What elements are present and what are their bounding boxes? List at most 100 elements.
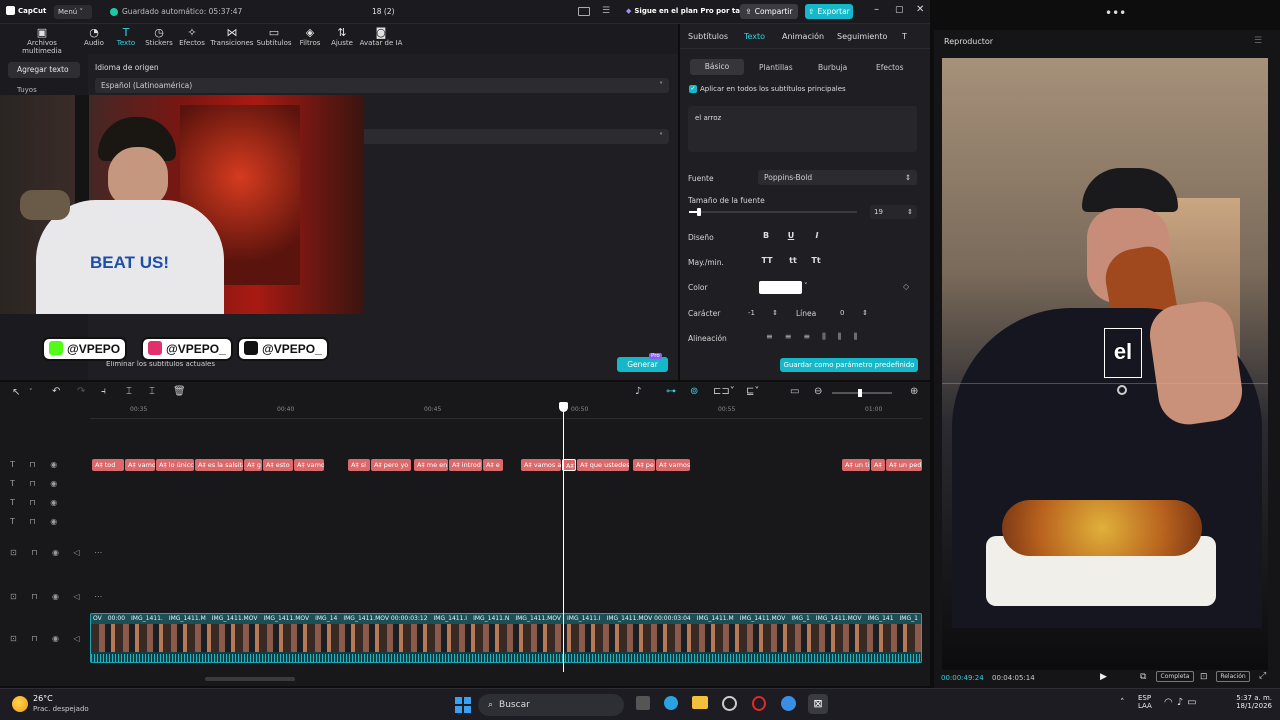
more-options-icon[interactable]: ••• bbox=[1105, 6, 1126, 20]
text-clip[interactable]: A‡ vamos a bbox=[521, 459, 561, 471]
shortcuts-icon[interactable]: ☰ bbox=[602, 6, 610, 16]
chevron-down-icon[interactable]: ˅ bbox=[29, 388, 33, 396]
text-clip[interactable]: A‡ un ti bbox=[842, 459, 870, 471]
export-button[interactable]: ⇧ Exportar bbox=[805, 4, 853, 19]
timeline-scrollbar[interactable] bbox=[205, 677, 295, 681]
file-explorer-icon[interactable] bbox=[692, 696, 708, 709]
undo-icon[interactable]: ↶ bbox=[52, 386, 60, 397]
link-icon[interactable]: ⊚ bbox=[690, 386, 698, 397]
opera-icon[interactable] bbox=[752, 696, 766, 711]
font-size-input[interactable]: 19 ⇕ bbox=[870, 205, 917, 219]
split-left-icon[interactable]: ⌶ bbox=[126, 386, 132, 397]
playhead-handle[interactable] bbox=[559, 402, 568, 412]
font-size-slider[interactable] bbox=[689, 208, 857, 216]
media-track-header[interactable]: ⊡ ⊓ ◉ ◁ ⋯ bbox=[10, 592, 108, 601]
text-clip[interactable]: A‡ si bbox=[348, 459, 370, 471]
tab-subtitles[interactable]: Subtítulos bbox=[688, 32, 728, 41]
tab-text[interactable]: Texto bbox=[744, 32, 765, 41]
temperature[interactable]: 26°C bbox=[33, 694, 53, 703]
text-clip[interactable]: A‡ me en bbox=[414, 459, 448, 471]
rotate-handle-icon[interactable] bbox=[1117, 385, 1127, 395]
remove-subtitles-label[interactable]: Eliminar los subtítulos actuales bbox=[106, 360, 215, 368]
yours-category[interactable]: Tuyos bbox=[17, 86, 37, 94]
text-track-header[interactable]: T ⊓ ◉ bbox=[10, 479, 63, 488]
case-lower-button[interactable]: tt bbox=[786, 256, 800, 268]
chevron-down-icon[interactable]: ˅ bbox=[804, 282, 808, 290]
text-track-header[interactable]: T ⊓ ◉ bbox=[10, 498, 63, 507]
zoom-handle[interactable] bbox=[858, 389, 862, 397]
magnet-icon[interactable]: ⊶ bbox=[666, 386, 676, 397]
media-track-header[interactable]: ⊡ ⊓ ◉ ◁ ⋯ bbox=[10, 548, 108, 557]
subtab-templates[interactable]: Plantillas bbox=[759, 63, 793, 72]
text-clip[interactable]: A‡ pero yo bbox=[371, 459, 411, 471]
select-tool-icon[interactable]: ↖ bbox=[12, 387, 20, 398]
start-icon[interactable] bbox=[455, 697, 471, 713]
text-clip[interactable]: A‡ bbox=[871, 459, 885, 471]
preview-axis-icon[interactable]: ⊏⊐˅ bbox=[713, 386, 735, 397]
caption-icon[interactable]: ▭ bbox=[790, 386, 799, 397]
text-clip[interactable]: A‡ que ustedes bbox=[577, 459, 629, 471]
text-track-header[interactable]: T ⊓ ◉ bbox=[10, 460, 63, 469]
underline-button[interactable]: U bbox=[784, 231, 798, 243]
chevron-up-icon[interactable]: ˄ bbox=[1120, 698, 1125, 708]
capcut-taskbar-icon[interactable]: ⊠ bbox=[808, 694, 828, 714]
language-indicator[interactable]: ESP LAA bbox=[1138, 694, 1152, 710]
project-title[interactable]: 18 (2) bbox=[372, 7, 395, 16]
zoom-slider[interactable] bbox=[832, 389, 892, 397]
menu-button[interactable]: Menú ˅ bbox=[54, 5, 92, 19]
weather-description[interactable]: Prac. despejado bbox=[33, 705, 89, 713]
tab-animation[interactable]: Animación bbox=[782, 32, 824, 41]
minimize-icon[interactable]: – bbox=[874, 4, 879, 15]
split-right-icon[interactable]: ⌶ bbox=[149, 386, 155, 397]
maximize-icon[interactable]: ▢ bbox=[895, 5, 904, 15]
text-clip[interactable]: A‡ esto bbox=[263, 459, 293, 471]
tab-more[interactable]: T bbox=[902, 32, 907, 41]
full-quality-button[interactable]: Completa bbox=[1156, 671, 1194, 682]
save-preset-button[interactable]: Guardar como parámetro predefinido bbox=[780, 358, 918, 372]
clock[interactable]: 5:37 a. m. 18/1/2026 bbox=[1226, 694, 1272, 710]
italic-button[interactable]: I bbox=[810, 231, 824, 243]
task-view-icon[interactable] bbox=[636, 696, 650, 710]
alignment-buttons[interactable]: ≡≡≡⫼⫼⫼ bbox=[766, 332, 869, 342]
playhead[interactable] bbox=[563, 402, 564, 672]
main-video-clip[interactable]: OV 00:00 IMG_1411. IMG_1411.M IMG_1411.MOV IM… bbox=[90, 613, 922, 663]
source-language-select[interactable]: Español (Latinoamérica) ˅ bbox=[95, 78, 669, 93]
apply-all-checkbox[interactable]: ✓ Aplicar en todos los subtítulos princi… bbox=[689, 85, 846, 93]
telegram-icon[interactable] bbox=[664, 696, 678, 710]
fit-screen-icon[interactable]: ⊡ bbox=[1200, 672, 1208, 682]
text-clip[interactable]: A‡ introd bbox=[449, 459, 482, 471]
weather-icon[interactable] bbox=[12, 696, 28, 712]
caption-bounding-box[interactable]: el bbox=[1104, 328, 1142, 378]
play-icon[interactable]: ▶ bbox=[1100, 672, 1107, 682]
pro-promo[interactable]: ◆ Sigue en el plan Pro por tal bbox=[626, 7, 742, 15]
tool-media[interactable]: ▣ Archivos multimedia bbox=[13, 26, 71, 55]
video-preview[interactable]: el bbox=[942, 58, 1268, 670]
bold-button[interactable]: B bbox=[759, 231, 773, 243]
color-swatch[interactable] bbox=[759, 281, 802, 294]
keyframe-icon[interactable]: ◇ bbox=[903, 282, 909, 291]
subtab-basic[interactable]: Básico bbox=[690, 59, 744, 75]
text-clip[interactable]: A‡ vamos bbox=[656, 459, 690, 471]
aspect-ratio-button[interactable]: Relación bbox=[1216, 671, 1250, 682]
split-icon[interactable]: ⫞ bbox=[101, 386, 106, 397]
text-clip[interactable]: A‡ e bbox=[483, 459, 503, 471]
font-select[interactable]: Poppins-Bold ⇕ bbox=[758, 170, 917, 185]
delete-icon[interactable]: 🗑 bbox=[173, 386, 186, 397]
text-clip[interactable]: A‡ un ped bbox=[886, 459, 922, 471]
case-upper-button[interactable]: TT bbox=[760, 256, 774, 268]
zoom-in-icon[interactable]: ⊕ bbox=[910, 386, 918, 397]
zoom-out-icon[interactable]: ⊖ bbox=[814, 386, 822, 397]
redo-icon[interactable]: ↷ bbox=[77, 386, 85, 397]
add-text-button[interactable]: Agregar texto bbox=[8, 62, 80, 78]
text-clip[interactable]: A‡ lo únicc bbox=[156, 459, 194, 471]
subtab-bubble[interactable]: Burbuja bbox=[818, 63, 847, 72]
text-clip[interactable]: A‡ pe bbox=[633, 459, 655, 471]
browser-icon[interactable] bbox=[781, 696, 796, 711]
generate-button[interactable]: Generar bbox=[617, 357, 668, 372]
microphone-icon[interactable]: ♪ bbox=[635, 386, 641, 397]
character-spacing-input[interactable]: -1 ⇕ bbox=[744, 306, 782, 320]
tool-ai-avatar[interactable]: ◙ Avatar de IA bbox=[352, 26, 410, 47]
text-clip[interactable]: A‡ vamo bbox=[125, 459, 155, 471]
text-track-header[interactable]: T ⊓ ◉ bbox=[10, 517, 63, 526]
text-clip[interactable]: A‡ g bbox=[244, 459, 262, 471]
